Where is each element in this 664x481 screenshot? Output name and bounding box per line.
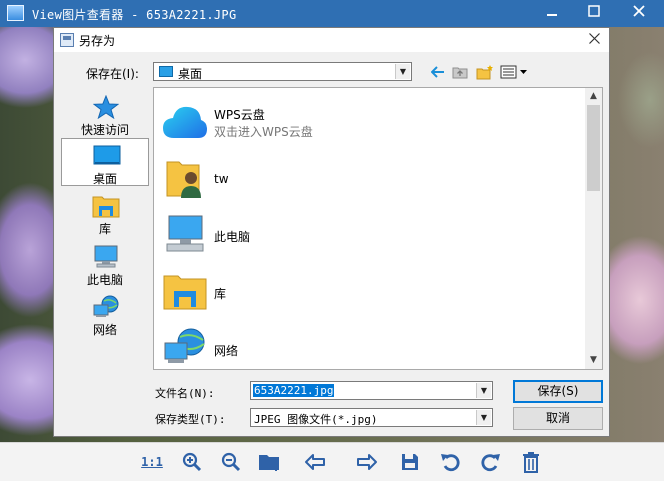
dialog-close-button[interactable]	[585, 30, 603, 48]
minimize-icon	[547, 14, 557, 16]
filetype-value: JPEG 图像文件(*.jpg)	[254, 413, 378, 426]
dialog-nav-toolbar	[429, 62, 529, 82]
next-button[interactable]	[355, 451, 379, 473]
star-icon	[92, 94, 120, 120]
view-menu-button[interactable]	[499, 62, 529, 82]
places-bar: 快速访问 桌面 库 此电脑 网络	[60, 87, 150, 367]
previous-icon	[305, 454, 325, 470]
place-quick-access[interactable]: 快速访问	[61, 90, 149, 138]
filename-input[interactable]: 653A2221.jpg ▼	[250, 381, 493, 400]
file-item-this-pc[interactable]: 此电脑	[162, 210, 572, 260]
chevron-down-icon[interactable]: ▼	[476, 383, 491, 398]
save-as-dialog: 另存为 保存在(I): 桌面 ▼ 快速访问 桌面 库 此电脑 网络 WPS云盘 …	[53, 27, 610, 437]
back-button[interactable]	[429, 62, 447, 82]
library-icon	[92, 193, 120, 219]
save-toolbar-button[interactable]	[398, 451, 422, 473]
network-icon	[92, 294, 120, 320]
app-title: View图片查看器 - 653A2221.JPG	[32, 8, 237, 22]
open-folder-button[interactable]	[258, 451, 282, 473]
save-dialog-icon	[60, 33, 74, 47]
folder-icon	[259, 455, 279, 471]
dialog-title: 另存为	[79, 34, 116, 48]
file-subtitle: 双击进入WPS云盘	[214, 125, 313, 139]
file-item-wps-cloud[interactable]: WPS云盘 双击进入WPS云盘	[162, 98, 572, 148]
save-in-dropdown[interactable]: 桌面 ▼	[153, 62, 412, 81]
place-this-pc[interactable]: 此电脑	[61, 240, 149, 288]
file-name: tw	[214, 172, 229, 186]
place-label: 此电脑	[86, 273, 123, 287]
zoom-out-button[interactable]	[219, 451, 243, 473]
place-network[interactable]: 网络	[61, 290, 149, 338]
file-list: WPS云盘 双击进入WPS云盘 tw 此电脑 库 网络 ▲ ▼	[153, 87, 603, 370]
place-label: 库	[98, 222, 111, 236]
save-in-label: 保存在(I):	[86, 67, 139, 81]
filetype-dropdown[interactable]: JPEG 图像文件(*.jpg) ▼	[250, 408, 493, 427]
place-label: 快速访问	[80, 123, 129, 137]
cloud-icon	[162, 100, 208, 144]
network-icon	[162, 326, 208, 369]
save-button[interactable]: 保存(S)	[513, 380, 603, 403]
rotate-left-icon	[441, 454, 460, 472]
app-icon	[7, 5, 24, 21]
file-name: 库	[214, 287, 227, 301]
rotate-left-button[interactable]	[439, 451, 463, 473]
filename-value[interactable]: 653A2221.jpg	[253, 384, 335, 397]
computer-icon	[92, 244, 120, 270]
place-label: 网络	[92, 323, 117, 337]
close-window-button[interactable]	[620, 0, 658, 27]
actual-size-label: 1:1	[141, 455, 163, 469]
filetype-label: 保存类型(T):	[155, 413, 226, 426]
zoom-in-button[interactable]	[180, 451, 204, 473]
file-name: 网络	[214, 344, 239, 358]
delete-icon	[523, 452, 539, 473]
actual-size-button[interactable]: 1:1	[139, 451, 165, 473]
up-folder-icon	[452, 67, 468, 79]
scroll-down-icon[interactable]: ▼	[585, 352, 602, 369]
rotate-right-icon	[481, 454, 500, 472]
dialog-titlebar: 另存为	[54, 28, 609, 52]
place-desktop[interactable]: 桌面	[61, 138, 149, 186]
maximize-icon	[588, 5, 600, 17]
chevron-down-icon[interactable]: ▼	[395, 64, 410, 79]
scroll-thumb[interactable]	[587, 105, 600, 191]
viewer-toolbar: 1:1	[0, 442, 664, 481]
desktop-icon	[159, 66, 173, 77]
chevron-down-icon[interactable]: ▼	[476, 410, 491, 425]
library-icon	[162, 269, 208, 313]
computer-icon	[162, 212, 208, 256]
file-list-scrollbar[interactable]: ▲ ▼	[585, 88, 602, 369]
file-item-library[interactable]: 库	[162, 267, 572, 317]
desktop-icon	[93, 143, 121, 169]
save-in-value: 桌面	[178, 67, 203, 81]
file-name: WPS云盘	[214, 108, 265, 122]
view-menu-icon	[500, 65, 527, 79]
save-icon	[402, 454, 418, 470]
new-folder-button[interactable]	[475, 62, 495, 82]
filename-label: 文件名(N):	[155, 387, 215, 400]
file-item-network[interactable]: 网络	[162, 324, 572, 369]
minimize-button[interactable]	[533, 0, 571, 27]
app-titlebar: View图片查看器 - 653A2221.JPG	[0, 0, 664, 27]
place-label: 桌面	[92, 172, 117, 186]
close-icon	[588, 33, 600, 44]
next-icon	[357, 454, 377, 470]
cancel-button[interactable]: 取消	[513, 407, 603, 430]
close-icon	[633, 5, 645, 17]
previous-button[interactable]	[303, 451, 327, 473]
zoom-in-icon	[182, 452, 202, 472]
place-library[interactable]: 库	[61, 189, 149, 237]
file-name: 此电脑	[214, 230, 251, 244]
zoom-out-icon	[221, 452, 241, 472]
rotate-right-button[interactable]	[478, 451, 502, 473]
maximize-button[interactable]	[575, 0, 613, 27]
back-arrow-icon	[431, 66, 444, 78]
up-folder-button[interactable]	[451, 62, 469, 82]
new-folder-icon	[476, 65, 493, 80]
delete-button[interactable]	[519, 451, 543, 473]
user-folder-icon	[162, 156, 208, 200]
scroll-up-icon[interactable]: ▲	[585, 88, 602, 105]
file-item-tw[interactable]: tw	[162, 154, 572, 204]
